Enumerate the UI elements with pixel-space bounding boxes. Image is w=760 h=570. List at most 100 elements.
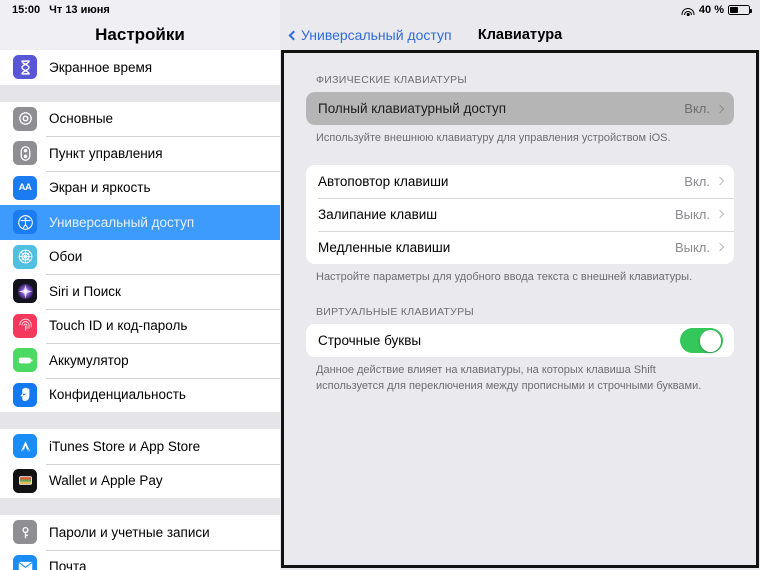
wallet-icon bbox=[13, 468, 37, 493]
sidebar-group-separator bbox=[0, 84, 280, 102]
settings-row-value: Вкл. bbox=[684, 173, 710, 189]
settings-sidebar[interactable]: Настройки Экранное время Основные Пункт уп… bbox=[0, 0, 280, 570]
battery-icon bbox=[13, 348, 37, 373]
sidebar-item-6[interactable]: Siri и Поиск bbox=[0, 274, 280, 309]
clock: 15:00 bbox=[12, 4, 41, 16]
sidebar-item-2[interactable]: Wallet и Apple Pay bbox=[0, 463, 280, 498]
sidebar-item-label: Touch ID и код-пароль bbox=[49, 318, 188, 334]
settings-row-label: Залипание клавиш bbox=[318, 206, 438, 222]
settings-row[interactable]: Строчные буквы bbox=[306, 324, 734, 358]
sidebar-title: Настройки bbox=[0, 20, 280, 50]
status-bar-right: 40 % bbox=[681, 4, 752, 16]
sidebar-item-label: Wallet и Apple Pay bbox=[49, 473, 163, 489]
sidebar-item-1[interactable]: iTunes Store и App Store bbox=[0, 429, 280, 464]
gear-icon bbox=[13, 106, 37, 131]
ipad-settings-screen: 15:00 Чт 13 июня 40 % Настройки Экранное… bbox=[0, 0, 760, 570]
settings-row-label: Автоповтор клавиши bbox=[318, 173, 449, 189]
chevron-right-icon bbox=[715, 104, 725, 113]
back-button-label: Универсальный доступ bbox=[301, 27, 452, 43]
section-header: ФИЗИЧЕСКИЕ КЛАВИАТУРЫ bbox=[316, 74, 468, 86]
sidebar-group-separator bbox=[0, 498, 280, 515]
settings-row[interactable]: Залипание клавиш Выкл. bbox=[306, 197, 734, 231]
settings-row[interactable]: Медленные клавиши Выкл. bbox=[306, 230, 734, 264]
sidebar-group: Основные Пункт управления AA Экран и яркост… bbox=[0, 101, 280, 412]
settings-row-value-group: Выкл. bbox=[674, 206, 725, 222]
sidebar-group: Экранное время bbox=[0, 50, 280, 85]
section-footer: Данное действие влияет на клавиатуры, на… bbox=[316, 364, 702, 392]
sidebar-group: iTunes Store и App Store Wallet и Apple P… bbox=[0, 429, 280, 498]
back-button[interactable]: Универсальный доступ bbox=[288, 27, 452, 43]
siri-icon bbox=[13, 279, 37, 304]
sidebar-item-1[interactable]: Пароли и учетные записи bbox=[0, 515, 280, 550]
settings-toggle-switch[interactable] bbox=[680, 328, 723, 354]
sidebar-item-label: iTunes Store и App Store bbox=[49, 438, 201, 454]
section-footer: Используйте внешнюю клавиатуру для управ… bbox=[316, 132, 671, 144]
settings-list: ФИЗИЧЕСКИЕ КЛАВИАТУРЫ Полный клавиатурный… bbox=[284, 53, 756, 565]
aa-text-icon: AA bbox=[13, 175, 37, 200]
sidebar-item-label: Аккумулятор bbox=[49, 352, 129, 368]
sidebar-item-4-selected[interactable]: Универсальный доступ bbox=[0, 205, 280, 240]
settings-row-label: Медленные клавиши bbox=[318, 239, 451, 255]
settings-row-value: Вкл. bbox=[684, 101, 710, 116]
sidebar-item-label: Пароли и учетные записи bbox=[49, 524, 210, 540]
settings-row-label: Полный клавиатурный доступ bbox=[318, 101, 507, 116]
sidebar-group: Пароли и учетные записи Почта bbox=[0, 515, 280, 570]
sidebar-item-label: Основные bbox=[49, 111, 114, 127]
chevron-right-icon bbox=[715, 209, 725, 219]
battery-percent-label: 40 % bbox=[698, 4, 724, 16]
settings-row[interactable]: Полный клавиатурный доступ Вкл. bbox=[306, 92, 734, 125]
sidebar-item-label: Экран и яркость bbox=[49, 180, 151, 196]
settings-row[interactable]: Автоповтор клавиши Вкл. bbox=[306, 164, 734, 198]
sidebar-item-1[interactable]: Основные bbox=[0, 101, 280, 136]
sidebar-item-5[interactable]: Обои bbox=[0, 239, 280, 274]
accessibility-icon bbox=[13, 210, 37, 235]
flower-icon bbox=[13, 244, 37, 269]
settings-row-value: Выкл. bbox=[674, 239, 710, 255]
sidebar-item-label: Пункт управления bbox=[49, 145, 163, 161]
toggle-knob bbox=[699, 329, 722, 352]
sidebar-groups: Экранное время Основные Пункт управления AA… bbox=[0, 50, 280, 570]
keyboard-focus-frame: ФИЗИЧЕСКИЕ КЛАВИАТУРЫ Полный клавиатурный… bbox=[281, 50, 759, 568]
settings-card-focused: Полный клавиатурный доступ Вкл. bbox=[306, 92, 734, 125]
sidebar-group-separator bbox=[0, 412, 280, 429]
wifi-icon bbox=[681, 5, 695, 16]
detail-pane: Универсальный доступ Клавиатура ФИЗИЧЕСК… bbox=[280, 0, 760, 570]
mail-icon bbox=[13, 554, 37, 570]
chevron-right-icon bbox=[715, 242, 725, 252]
settings-row-value-group: Вкл. bbox=[684, 173, 725, 189]
key-icon bbox=[13, 520, 37, 545]
sidebar-item-label: Универсальный доступ bbox=[49, 214, 195, 230]
sidebar-item-label: Конфиденциальность bbox=[49, 387, 186, 403]
battery-icon bbox=[728, 5, 752, 15]
sidebar-item-8[interactable]: Аккумулятор bbox=[0, 343, 280, 378]
fingerprint-icon bbox=[13, 313, 37, 338]
status-bar-left: 15:00 Чт 13 июня bbox=[12, 4, 110, 16]
date-label: Чт 13 июня bbox=[49, 4, 110, 16]
sidebar-item-label: Экранное время bbox=[49, 59, 153, 75]
hand-icon bbox=[13, 382, 37, 407]
settings-card: Строчные буквы bbox=[306, 324, 734, 358]
settings-row-value: Выкл. bbox=[674, 206, 710, 222]
sidebar-item-label: Siri и Поиск bbox=[49, 283, 121, 299]
sidebar-item-1[interactable]: Экранное время bbox=[0, 50, 280, 85]
sidebar-item-label: Почта bbox=[49, 559, 87, 570]
settings-card: Автоповтор клавиши Вкл. Залипание клавиш Вы… bbox=[306, 164, 734, 264]
sidebar-item-2[interactable]: Почта bbox=[0, 549, 280, 570]
section-header: ВИРТУАЛЬНЫЕ КЛАВИАТУРЫ bbox=[316, 306, 475, 319]
settings-row-value-group: Вкл. bbox=[684, 101, 725, 116]
sidebar-item-3[interactable]: AA Экран и яркость bbox=[0, 170, 280, 205]
status-bar: 15:00 Чт 13 июня 40 % bbox=[0, 0, 760, 20]
settings-row-label: Строчные буквы bbox=[318, 333, 422, 349]
sidebar-item-2[interactable]: Пункт управления bbox=[0, 136, 280, 171]
section-footer: Настройте параметры для удобного ввода т… bbox=[316, 270, 693, 283]
sidebar-item-9[interactable]: Конфиденциальность bbox=[0, 377, 280, 412]
sidebar-item-label: Обои bbox=[49, 249, 83, 265]
navigation-bar: Универсальный доступ Клавиатура bbox=[280, 20, 760, 50]
chevron-right-icon bbox=[715, 176, 725, 186]
appstore-icon bbox=[13, 434, 37, 459]
sliders-icon bbox=[13, 141, 37, 166]
sidebar-item-7[interactable]: Touch ID и код-пароль bbox=[0, 308, 280, 343]
hourglass-icon bbox=[13, 55, 37, 80]
chevron-left-icon bbox=[288, 30, 299, 40]
